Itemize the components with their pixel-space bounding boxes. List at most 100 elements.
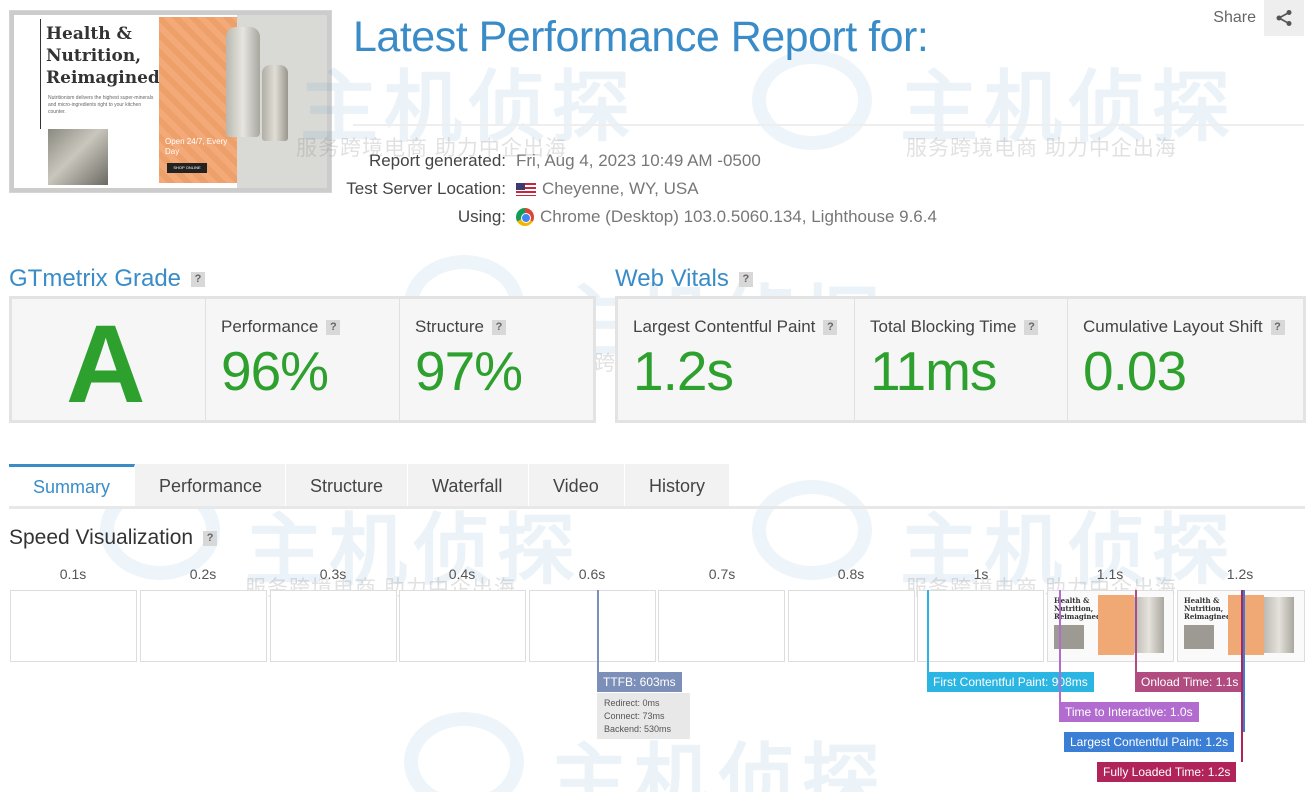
speed-visualization-heading: Speed Visualization ?	[9, 526, 218, 550]
share-label: Share	[1213, 9, 1256, 26]
help-icon[interactable]: ?	[191, 271, 206, 287]
tbt-value: 11ms	[870, 340, 997, 402]
filmstrip-frame[interactable]	[140, 590, 267, 662]
lcp-marker-line	[1243, 590, 1245, 732]
structure-cell: Structure ? 97%	[400, 299, 593, 420]
timeline-tick: 0.2s	[189, 566, 217, 582]
frame-image	[1184, 625, 1214, 649]
tab-video[interactable]: Video	[529, 464, 625, 508]
onload-marker[interactable]: Onload Time: 1.1s	[1135, 672, 1245, 692]
tab-history[interactable]: History	[625, 464, 730, 508]
gtmetrix-grade-panel: A Performance ? 96% Structure ? 97%	[9, 296, 596, 426]
timeline-tick: 1.1s	[1096, 566, 1124, 582]
web-vitals-panel: Largest Contentful Paint ? 1.2s Total Bl…	[615, 296, 1306, 423]
frame-caption: Health & Nutrition, Reimagined	[1184, 596, 1231, 621]
timeline-tick: 0.3s	[319, 566, 347, 582]
filmstrip-frame[interactable]	[917, 590, 1044, 662]
ttfb-connect: Connect: 73ms	[604, 711, 665, 721]
filmstrip-frame-screenshot[interactable]: Health & Nutrition, Reimagined	[1047, 590, 1174, 662]
help-icon[interactable]: ?	[491, 319, 506, 335]
performance-value: 96%	[221, 340, 329, 402]
filmstrip-frame[interactable]	[658, 590, 785, 662]
ttfb-breakdown: Redirect: 0ms Connect: 73ms Backend: 530…	[597, 693, 690, 739]
frame-promo-panel	[1228, 595, 1264, 655]
grade-letter: A	[66, 303, 146, 426]
frame-jar-image	[1264, 597, 1294, 653]
ttfb-redirect: Redirect: 0ms	[604, 698, 660, 708]
timeline-tick: 0.7s	[708, 566, 736, 582]
share-icon	[1276, 10, 1292, 26]
fcp-marker[interactable]: First Contentful Paint: 908ms	[927, 672, 1094, 692]
page-title: Latest Performance Report for:	[353, 13, 929, 61]
tbt-cell: Total Blocking Time ? 11ms	[855, 299, 1068, 420]
ttfb-backend: Backend: 530ms	[604, 724, 672, 734]
tti-marker-line	[1059, 590, 1061, 702]
thumbnail-blurb: Nutritionism delivers the highest super-…	[48, 95, 154, 115]
fcp-marker-line	[927, 590, 929, 672]
lcp-value: 1.2s	[633, 340, 734, 402]
meta-value: Chrome (Desktop) 103.0.5060.134, Lightho…	[540, 207, 937, 226]
fully-loaded-marker-line	[1241, 590, 1243, 762]
share-control: Share	[1213, 0, 1304, 36]
timeline-tick: 1s	[973, 566, 989, 582]
gtmetrix-grade-heading: GTmetrix Grade ?	[9, 265, 206, 293]
title-divider	[353, 124, 1304, 126]
filmstrip-frame[interactable]	[10, 590, 137, 662]
tab-structure[interactable]: Structure	[286, 464, 408, 508]
meta-key: Using:	[457, 207, 506, 226]
filmstrip-frame[interactable]	[399, 590, 526, 662]
help-icon[interactable]: ?	[1270, 319, 1285, 335]
frame-promo-panel	[1098, 595, 1134, 655]
help-icon[interactable]: ?	[738, 271, 753, 287]
meta-row-generated: Report generated: Fri, Aug 4, 2023 10:49…	[0, 147, 937, 175]
filmstrip-frame[interactable]	[788, 590, 915, 662]
frame-jar-image	[1134, 597, 1164, 653]
chrome-icon	[516, 208, 534, 226]
cls-cell: Cumulative Layout Shift ? 0.03	[1068, 299, 1303, 420]
meta-row-location: Test Server Location: Cheyenne, WY, USA	[0, 175, 937, 203]
watermark-logo-icon	[404, 712, 524, 792]
timeline-tick: 1.2s	[1226, 566, 1254, 582]
ttfb-marker[interactable]: TTFB: 603ms	[597, 672, 682, 692]
gtmetrix-grade-title: GTmetrix Grade	[9, 265, 182, 292]
timeline-ticks: 0.1s 0.2s 0.3s 0.4s 0.6s 0.7s 0.8s 1s 1.…	[9, 566, 1306, 586]
filmstrip: Health & Nutrition, Reimagined Health & …	[9, 590, 1306, 662]
watermark-subtext: 服务跨境电商 助力中企出海	[906, 137, 1177, 160]
lcp-cell: Largest Contentful Paint ? 1.2s	[618, 299, 855, 420]
speed-visualization-title: Speed Visualization	[9, 526, 194, 549]
tab-performance[interactable]: Performance	[135, 464, 286, 508]
tab-summary[interactable]: Summary	[9, 464, 135, 508]
help-icon[interactable]: ?	[326, 319, 341, 335]
share-button[interactable]	[1264, 0, 1304, 36]
cls-value: 0.03	[1083, 340, 1187, 402]
meta-value: Cheyenne, WY, USA	[542, 179, 699, 198]
cls-label: Cumulative Layout Shift	[1083, 317, 1263, 336]
meta-row-browser: Using: Chrome (Desktop) 103.0.5060.134, …	[0, 203, 937, 231]
tbt-label: Total Blocking Time	[870, 317, 1017, 336]
ttfb-marker-line	[597, 590, 599, 672]
help-icon[interactable]: ?	[203, 530, 218, 546]
report-meta: Report generated: Fri, Aug 4, 2023 10:49…	[0, 147, 937, 231]
timeline-tick: 0.8s	[837, 566, 865, 582]
watermark-text: 主机侦探	[900, 63, 1237, 151]
tabs-divider	[9, 506, 1305, 509]
lcp-marker[interactable]: Largest Contentful Paint: 1.2s	[1064, 732, 1235, 752]
report-tabs: Summary Performance Structure Waterfall …	[9, 464, 730, 508]
web-vitals-title: Web Vitals	[615, 265, 729, 292]
tti-marker[interactable]: Time to Interactive: 1.0s	[1059, 702, 1199, 722]
timeline-tick: 0.6s	[578, 566, 606, 582]
structure-label: Structure	[415, 317, 484, 336]
filmstrip-frame[interactable]	[529, 590, 656, 662]
structure-value: 97%	[415, 340, 523, 402]
filmstrip-frame[interactable]	[270, 590, 397, 662]
help-icon[interactable]: ?	[1024, 319, 1039, 335]
fully-loaded-marker[interactable]: Fully Loaded Time: 1.2s	[1097, 762, 1237, 782]
timeline-tick: 0.4s	[448, 566, 476, 582]
meta-value: Fri, Aug 4, 2023 10:49 AM -0500	[516, 151, 761, 170]
tab-waterfall[interactable]: Waterfall	[408, 464, 529, 508]
performance-cell: Performance ? 96%	[206, 299, 400, 420]
thumbnail-jar-image	[226, 27, 260, 137]
help-icon[interactable]: ?	[823, 319, 838, 335]
grade-cell: A	[12, 299, 206, 426]
timeline-tick: 0.1s	[59, 566, 87, 582]
